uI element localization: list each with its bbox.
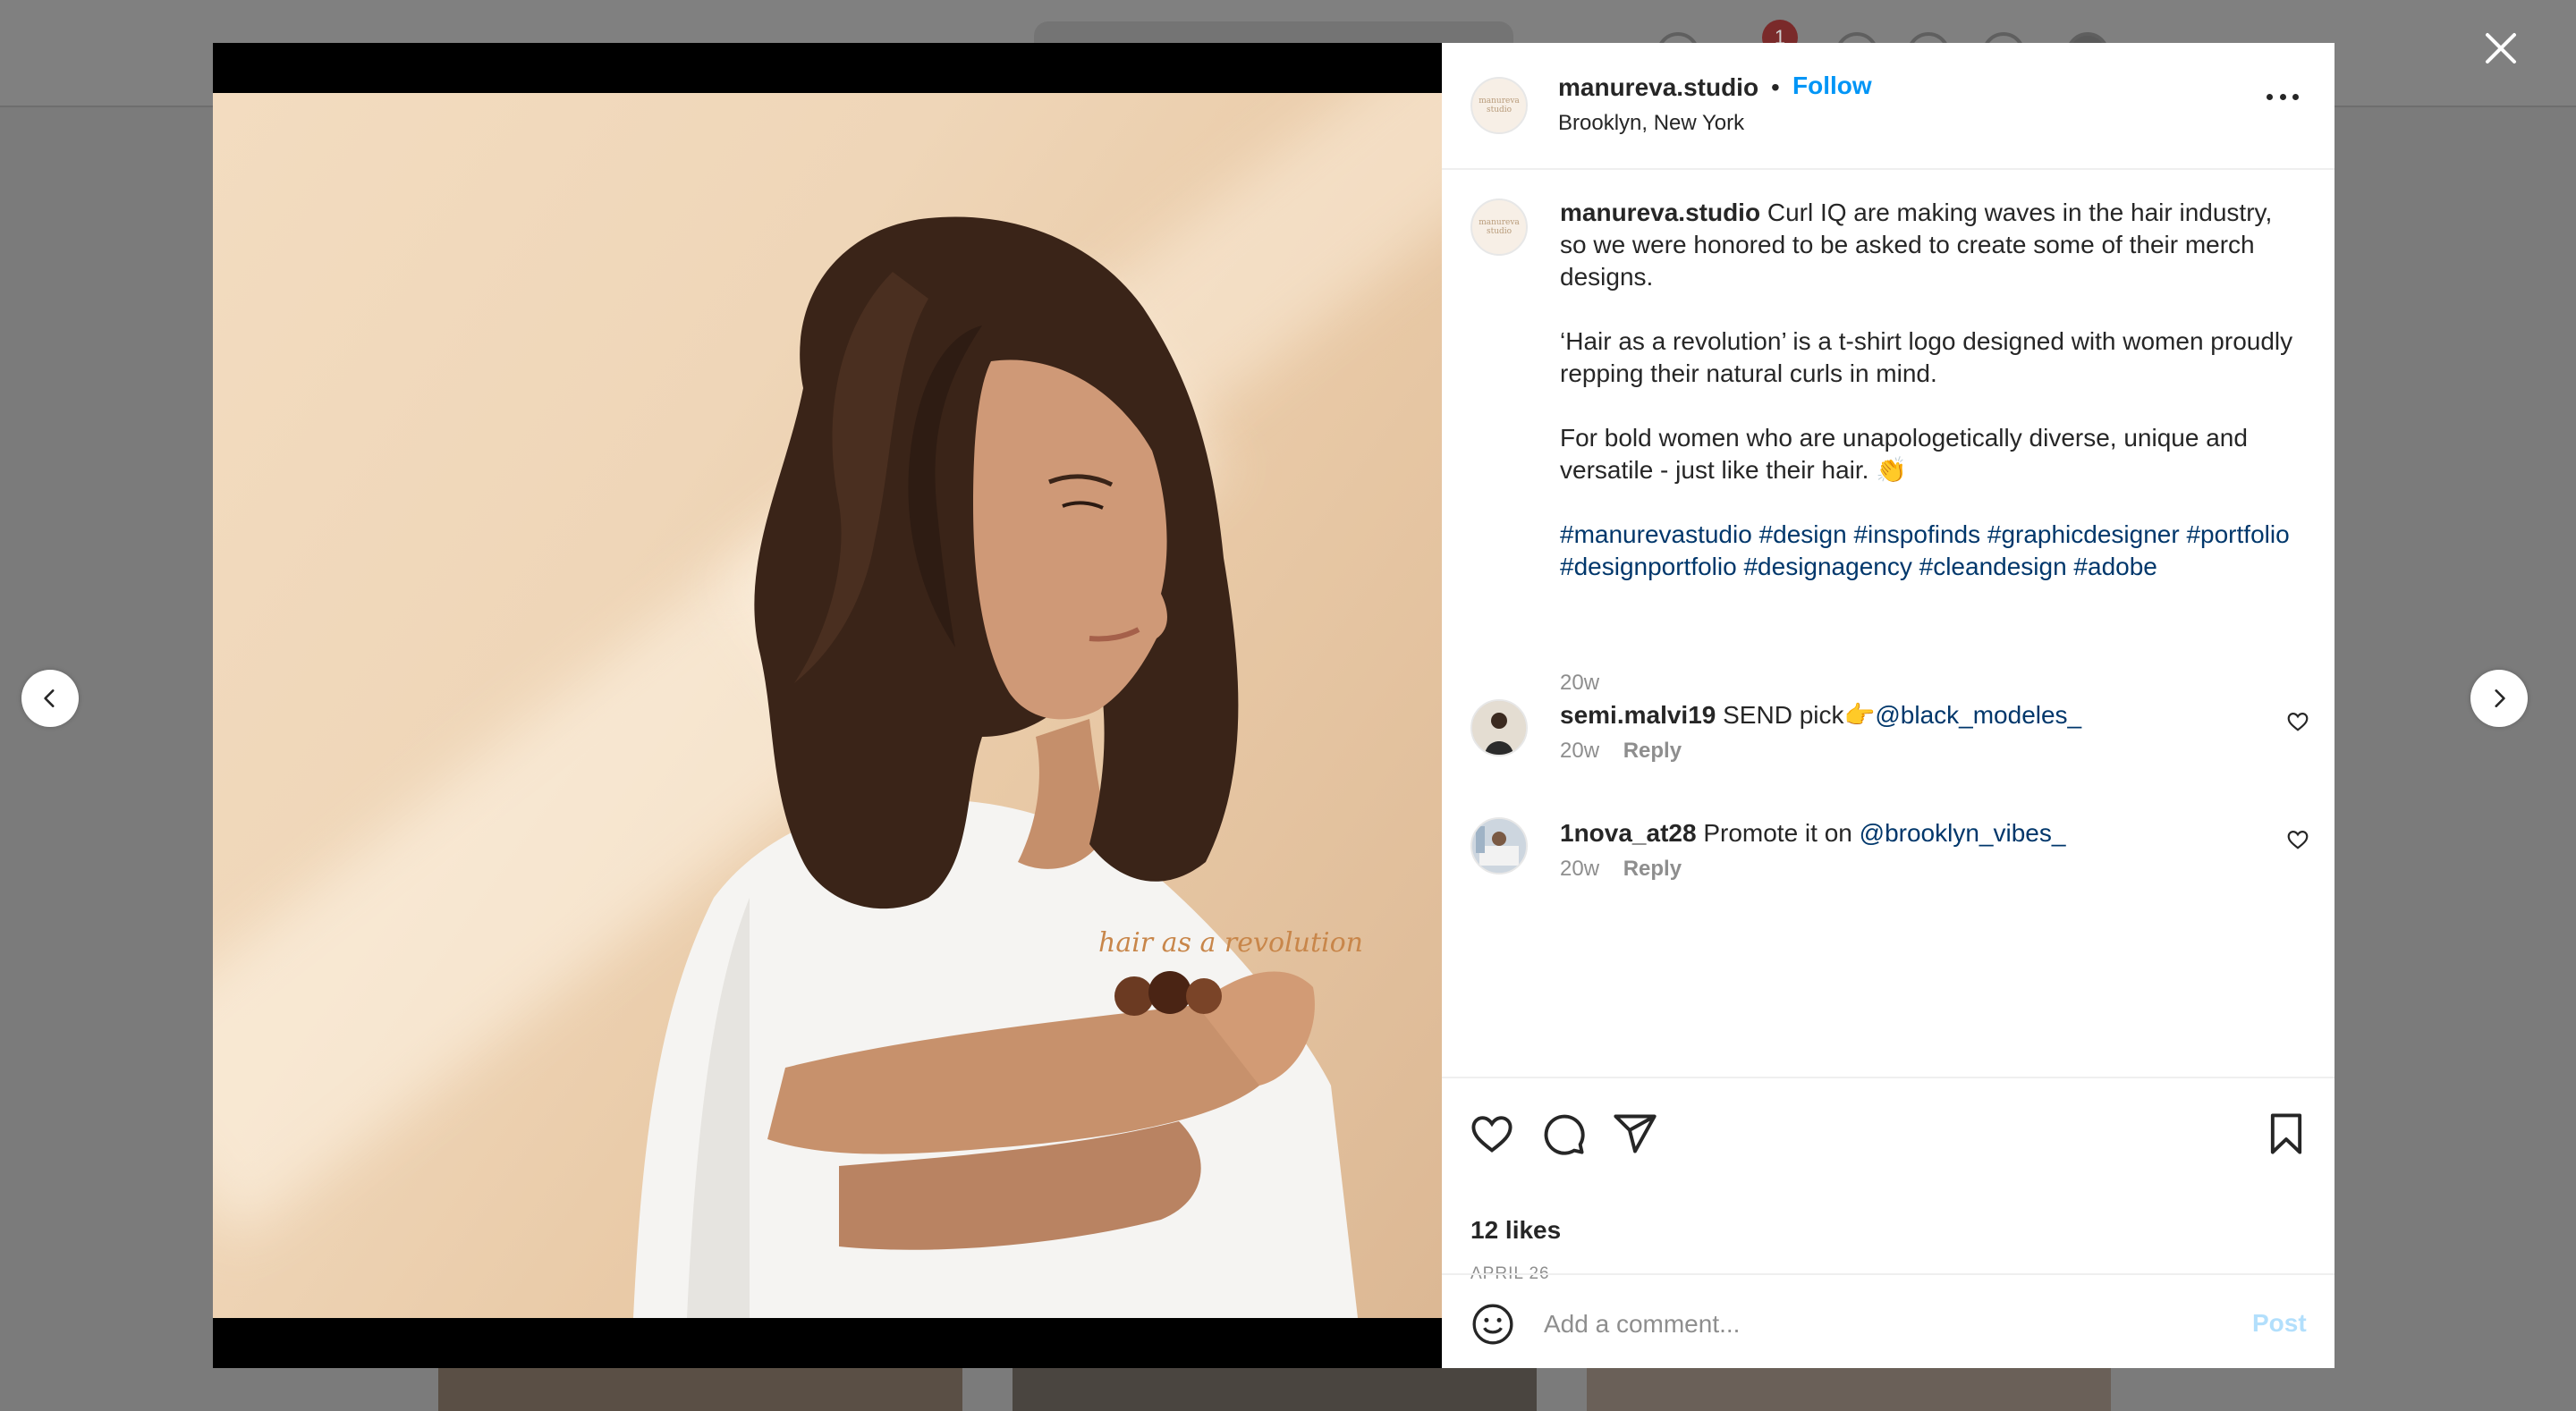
post-details-panel: manureva studio manureva.studio • Follow… <box>1442 43 2334 1368</box>
bookmark-icon[interactable] <box>2263 1111 2309 1157</box>
comment-meta: 20w Reply <box>1560 857 1682 882</box>
post-media: hair as a revolution <box>213 43 1442 1368</box>
comment-timestamp[interactable]: 20w <box>1560 857 1599 881</box>
comment-body: Promote it on <box>1703 819 1860 847</box>
reply-button[interactable]: Reply <box>1623 857 1682 881</box>
caption-author-avatar[interactable]: manureva studio <box>1470 199 1528 256</box>
comment-composer: Post <box>1442 1273 2334 1370</box>
comment-mention[interactable]: @black_modeles_ <box>1875 701 2081 729</box>
comment-like-heart-icon[interactable] <box>2286 828 2309 851</box>
follow-button[interactable]: Follow <box>1792 72 1872 100</box>
next-post-button[interactable] <box>2470 670 2528 727</box>
like-count[interactable]: 12 likes <box>1470 1216 1561 1245</box>
commenter-avatar[interactable] <box>1470 817 1528 874</box>
avatar-logo-text: manureva studio <box>1479 97 1520 114</box>
caption-timestamp[interactable]: 20w <box>1560 671 1599 696</box>
share-icon[interactable] <box>1612 1111 1658 1157</box>
comment-text: semi.malvi19 SEND pick👉@black_modeles_ <box>1560 699 2081 731</box>
comment-item: 1nova_at28 Promote it on @brooklyn_vibes… <box>1442 817 2334 898</box>
more-options-icon[interactable] <box>2267 88 2299 106</box>
comment-mention[interactable]: @brooklyn_vibes_ <box>1860 819 2066 847</box>
separator-dot: • <box>1771 73 1780 101</box>
caption-username[interactable]: manureva.studio <box>1560 199 1760 226</box>
like-heart-icon[interactable] <box>1469 1111 1515 1157</box>
caption-line: ‘Hair as a revolution’ is a t-shirt logo… <box>1560 327 2293 387</box>
background-grid-tile <box>438 1366 962 1411</box>
close-icon[interactable] <box>2483 30 2519 66</box>
comment-text: 1nova_at28 Promote it on @brooklyn_vibes… <box>1560 817 2065 849</box>
author-username[interactable]: manureva.studio <box>1558 73 1758 102</box>
comment-timestamp[interactable]: 20w <box>1560 739 1599 763</box>
background-grid-tile <box>1587 1366 2111 1411</box>
post-header: manureva studio manureva.studio • Follow… <box>1442 43 2334 170</box>
chevron-right-icon <box>2495 689 2505 707</box>
commenter-avatar[interactable] <box>1470 699 1528 756</box>
post-comment-button[interactable]: Post <box>2252 1309 2307 1338</box>
comment-body: SEND pick👉 <box>1723 701 1876 729</box>
reply-button[interactable]: Reply <box>1623 739 1682 763</box>
comment-input[interactable] <box>1542 1302 2172 1347</box>
previous-post-button[interactable] <box>21 670 79 727</box>
post-photo: hair as a revolution <box>213 93 1442 1318</box>
comment-item: semi.malvi19 SEND pick👉@black_modeles_ 2… <box>1442 699 2334 780</box>
comment-username[interactable]: 1nova_at28 <box>1560 819 1697 847</box>
background-grid-tile <box>1013 1366 1537 1411</box>
comment-icon[interactable] <box>1540 1111 1587 1157</box>
chevron-left-icon <box>44 689 55 707</box>
post-caption: manureva.studio Curl IQ are making waves… <box>1560 197 2293 583</box>
author-avatar[interactable]: manureva studio <box>1470 77 1528 134</box>
caption-line: For bold women who are unapologetically … <box>1560 424 2248 484</box>
emoji-icon[interactable] <box>1470 1302 1515 1347</box>
comment-username[interactable]: semi.malvi19 <box>1560 701 1716 729</box>
comment-meta: 20w Reply <box>1560 739 1682 764</box>
shirt-print-text: hair as a revolution <box>1098 927 1363 959</box>
avatar-logo-text: manureva studio <box>1479 218 1520 236</box>
post-location[interactable]: Brooklyn, New York <box>1558 111 1744 136</box>
woman-figure: hair as a revolution <box>633 216 1363 1318</box>
caption-hashtags[interactable]: #manurevastudio #design #inspofinds #gra… <box>1560 519 2293 583</box>
comment-like-heart-icon[interactable] <box>2286 710 2309 733</box>
